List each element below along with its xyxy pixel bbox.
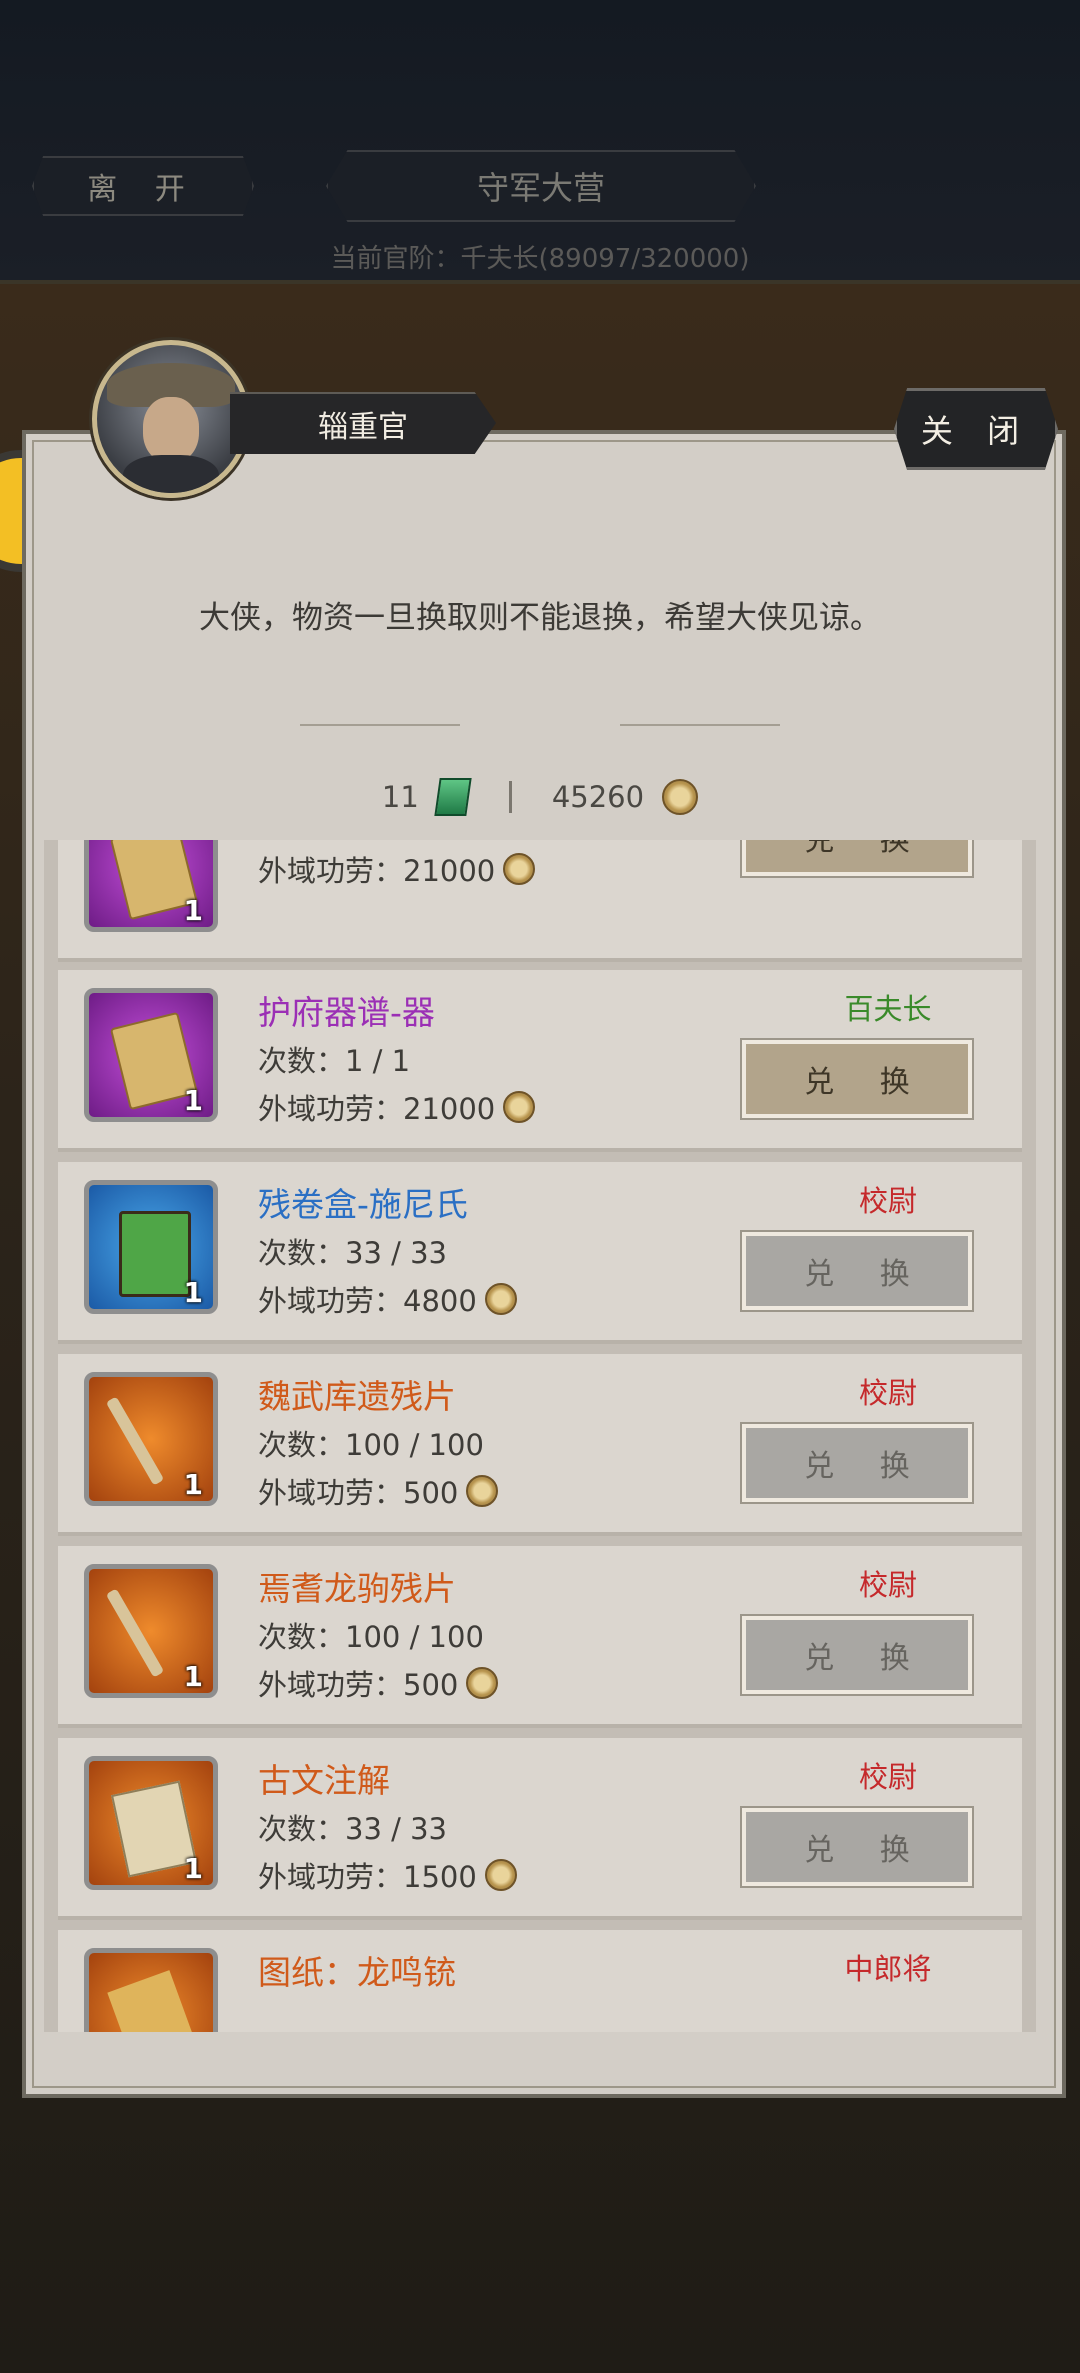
rank-requirement: 校尉 bbox=[858, 1184, 917, 1218]
rank-requirement: 校尉 bbox=[858, 1760, 917, 1794]
item-count: 次数：1 / 1 bbox=[258, 1044, 411, 1078]
top-bar: 离 开 守军大营 当前官阶：千夫长(89097/320000) bbox=[0, 0, 1080, 284]
item-icon-box[interactable]: 1 bbox=[84, 1180, 218, 1314]
item-cost: 外域功劳：4800 bbox=[258, 1278, 517, 1320]
item-icon-scroll[interactable]: 1 bbox=[84, 1756, 218, 1890]
exchange-button[interactable]: 兑 换 bbox=[740, 1230, 974, 1312]
item-name: 焉耆龙驹残片 bbox=[258, 1569, 456, 1608]
merit-coin-icon bbox=[503, 853, 536, 885]
item-cost: 外域功劳：500 bbox=[258, 1470, 499, 1512]
rank-requirement: 百夫长 bbox=[844, 992, 932, 1026]
item-count: 次数：100 / 100 bbox=[258, 1428, 484, 1462]
item-quantity: 1 bbox=[183, 1084, 203, 1117]
item-list[interactable]: 1次数：1 / 1外域功劳：21000兑 换1护府器谱-器次数：1 / 1外域功… bbox=[44, 840, 1036, 2032]
rank-requirement: 校尉 bbox=[858, 1376, 917, 1410]
item-icon-stick[interactable]: 1 bbox=[84, 1564, 218, 1698]
item-icon-stick[interactable]: 1 bbox=[84, 1372, 218, 1506]
stick-icon bbox=[105, 1588, 165, 1678]
exchange-button[interactable]: 兑 换 bbox=[740, 1422, 974, 1504]
item-count: 次数：33 / 33 bbox=[258, 1812, 448, 1846]
item-cost: 外域功劳：1500 bbox=[258, 1854, 517, 1896]
merit-coin-icon bbox=[484, 1859, 517, 1891]
item-row: 1次数：1 / 1外域功劳：21000兑 换 bbox=[58, 840, 1022, 962]
item-quantity: 1 bbox=[183, 1660, 203, 1693]
item-count: 次数：33 / 33 bbox=[258, 1236, 448, 1270]
paper-icon bbox=[107, 1970, 197, 2032]
ornament-right bbox=[620, 724, 780, 726]
item-quantity: 1 bbox=[183, 1276, 203, 1309]
rank-requirement: 校尉 bbox=[858, 1568, 917, 1602]
item-name: 残卷盒-施尼氏 bbox=[258, 1185, 468, 1224]
exchange-button[interactable]: 兑 换 bbox=[740, 840, 974, 878]
stick-icon bbox=[105, 1396, 165, 1486]
item-row: 1 残卷盒-施尼氏次数：33 / 33 外域功劳：4800 校尉兑 换 bbox=[58, 1162, 1022, 1344]
merit-amount: 45260 bbox=[551, 780, 645, 814]
leave-button[interactable]: 离 开 bbox=[32, 156, 254, 216]
exchange-button[interactable]: 兑 换 bbox=[740, 1614, 974, 1696]
merit-coin-icon bbox=[484, 1283, 517, 1315]
rank-requirement: 中郎将 bbox=[844, 1952, 932, 1986]
item-icon-paper[interactable] bbox=[84, 1948, 218, 2032]
item-cost: 外域功劳：21000 bbox=[258, 848, 536, 890]
item-count: 次数：100 / 100 bbox=[258, 1620, 484, 1654]
currency-bar: 11 45260 bbox=[0, 778, 1080, 816]
item-quantity: 1 bbox=[183, 894, 203, 927]
item-name: 魏武库遗残片 bbox=[258, 1377, 456, 1416]
quartermaster-avatar bbox=[92, 340, 250, 498]
notice-text: 大侠，物资一旦换取则不能退换，希望大侠见谅。 bbox=[199, 600, 881, 636]
box-icon bbox=[119, 1211, 191, 1297]
camp-title: 守军大营 bbox=[326, 150, 756, 222]
exchange-button[interactable]: 兑 换 bbox=[740, 1038, 974, 1120]
item-row: 1 护府器谱-器次数：1 / 1 外域功劳：21000 百夫长兑 换 bbox=[58, 970, 1022, 1152]
jade-amount: 11 bbox=[381, 780, 419, 814]
item-cost: 外域功劳：500 bbox=[258, 1662, 499, 1704]
merit-coin-icon bbox=[503, 1091, 536, 1123]
close-button[interactable]: 关 闭 bbox=[894, 388, 1058, 470]
item-row: 1 魏武库遗残片次数：100 / 100 外域功劳：500 校尉兑 换 bbox=[58, 1354, 1022, 1536]
currency-divider bbox=[508, 781, 512, 813]
rank-progress-text: 当前官阶：千夫长(89097/320000) bbox=[330, 244, 750, 274]
item-quantity: 1 bbox=[183, 1468, 203, 1501]
merit-coin-icon bbox=[466, 1667, 499, 1699]
item-name: 护府器谱-器 bbox=[258, 993, 435, 1032]
item-icon-book[interactable]: 1 bbox=[84, 988, 218, 1122]
item-row: 1 焉耆龙驹残片次数：100 / 100 外域功劳：500 校尉兑 换 bbox=[58, 1546, 1022, 1728]
item-name: 图纸：龙鸣铳 bbox=[258, 1953, 456, 1992]
exchange-button[interactable]: 兑 换 bbox=[740, 1806, 974, 1888]
dialog-title: 辎重官 bbox=[230, 392, 496, 454]
jade-icon bbox=[434, 778, 472, 816]
item-cost: 外域功劳：21000 bbox=[258, 1086, 536, 1128]
item-quantity: 1 bbox=[183, 1852, 203, 1885]
item-name: 古文注解 bbox=[258, 1761, 390, 1800]
item-row: 图纸：龙鸣铳 中郎将 bbox=[58, 1930, 1022, 2032]
item-icon-book[interactable]: 1 bbox=[84, 840, 218, 932]
item-row: 1 古文注解次数：33 / 33 外域功劳：1500 校尉兑 换 bbox=[58, 1738, 1022, 1920]
ornament-left bbox=[300, 724, 460, 726]
merit-coin-icon bbox=[466, 1475, 499, 1507]
merit-coin-icon bbox=[662, 779, 699, 815]
